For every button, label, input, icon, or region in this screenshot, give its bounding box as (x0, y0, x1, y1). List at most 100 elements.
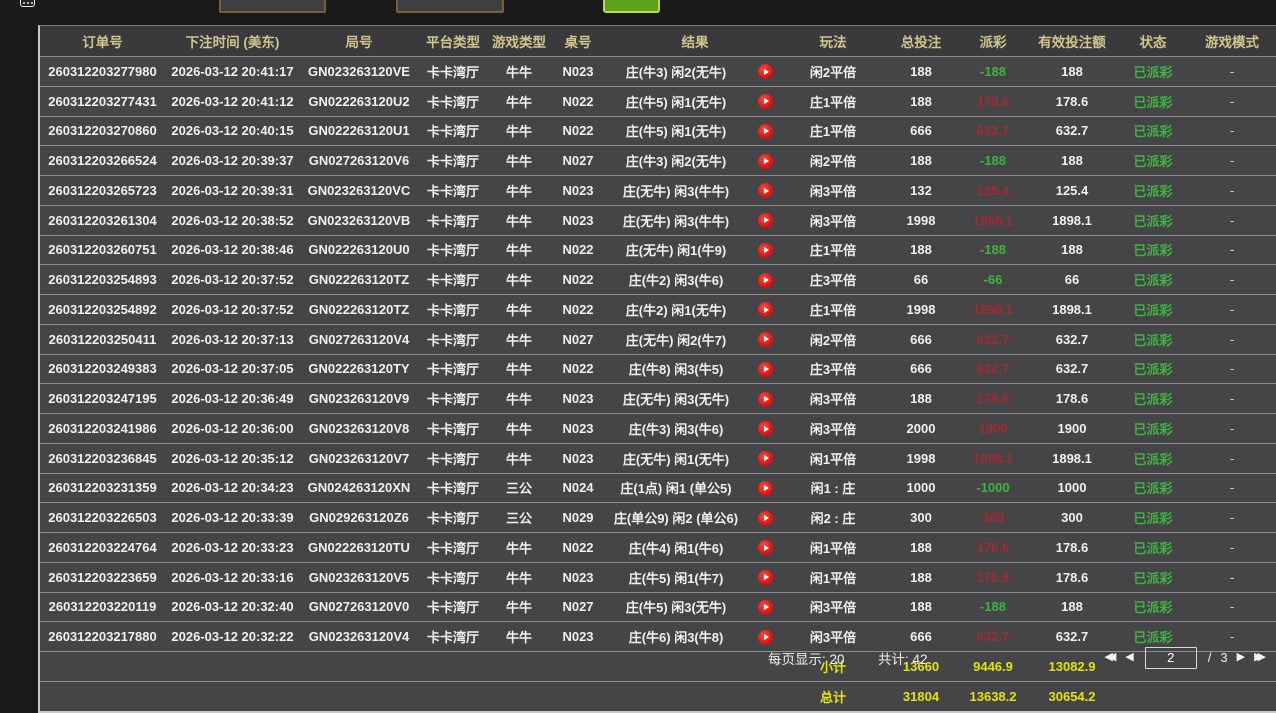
cell-play: 庄1平倍 (784, 235, 882, 265)
date-range-input-2[interactable] (396, 0, 504, 13)
table-row: 260312203261304 2026-03-12 20:38:52 GN02… (40, 205, 1276, 235)
cell-bet-time: 2026-03-12 20:39:37 (165, 146, 300, 176)
cell-play: 庄3平倍 (784, 354, 882, 384)
cell-play: 庄1平倍 (784, 295, 882, 325)
cell-platform: 卡卡湾厅 (418, 562, 488, 592)
first-page-icon[interactable]: ◀◀ (1104, 646, 1116, 669)
prev-page-icon[interactable]: ◀ (1125, 646, 1133, 669)
cell-round-id: GN022263120TU (300, 533, 418, 563)
pagination-bar: 每页显示: 20 共计: 42 ◀◀ ◀ / 3 ▶ ▶▶ (0, 646, 1276, 669)
cell-platform: 卡卡湾厅 (418, 295, 488, 325)
last-page-icon[interactable]: ▶▶ (1254, 646, 1266, 669)
cell-total-bet: 132 (882, 176, 960, 206)
header-round-id: 局号 (300, 26, 418, 57)
cell-play: 闲2平倍 (784, 324, 882, 354)
cell-game-type: 牛牛 (488, 354, 550, 384)
cell-replay (746, 562, 784, 592)
replay-play-icon[interactable] (758, 124, 773, 139)
replay-play-icon[interactable] (758, 451, 773, 466)
cell-game-type: 牛牛 (488, 414, 550, 444)
replay-play-icon[interactable] (758, 421, 773, 436)
cell-platform: 卡卡湾厅 (418, 414, 488, 444)
replay-play-icon[interactable] (758, 392, 773, 407)
cell-result: 庄(无牛) 闲3(牛牛) (606, 205, 746, 235)
replay-play-icon[interactable] (758, 64, 773, 79)
cell-status: 已派彩 (1118, 57, 1188, 87)
table-row: 260312203260751 2026-03-12 20:38:46 GN02… (40, 235, 1276, 265)
cell-replay (746, 592, 784, 622)
replay-play-icon[interactable] (758, 302, 773, 317)
cell-table-no: N027 (550, 592, 606, 622)
replay-play-icon[interactable] (758, 332, 773, 347)
replay-play-icon[interactable] (758, 154, 773, 169)
replay-play-icon[interactable] (758, 273, 773, 288)
cell-result: 庄(牛5) 闲1(无牛) (606, 116, 746, 146)
cell-game-type: 牛牛 (488, 562, 550, 592)
replay-play-icon[interactable] (758, 213, 773, 228)
cell-status: 已派彩 (1118, 205, 1188, 235)
search-button[interactable] (603, 0, 660, 13)
page-number-input[interactable] (1145, 647, 1197, 669)
replay-play-icon[interactable] (758, 540, 773, 555)
cell-replay (746, 503, 784, 533)
header-valid-bet: 有效投注额 (1026, 26, 1118, 57)
replay-play-icon[interactable] (758, 94, 773, 109)
cell-play: 闲3平倍 (784, 205, 882, 235)
cell-result: 庄(牛5) 闲3(无牛) (606, 592, 746, 622)
replay-play-icon[interactable] (758, 183, 773, 198)
cell-bet-time: 2026-03-12 20:38:52 (165, 205, 300, 235)
more-options-icon[interactable] (20, 0, 35, 7)
cell-result: 庄(牛4) 闲1(牛6) (606, 533, 746, 563)
cell-replay (746, 146, 784, 176)
cell-result: 庄(牛2) 闲3(牛6) (606, 265, 746, 295)
replay-play-icon[interactable] (758, 630, 773, 645)
cell-result: 庄(牛3) 闲2(无牛) (606, 57, 746, 87)
cell-valid-bet: 178.6 (1026, 562, 1118, 592)
cell-game-type: 牛牛 (488, 205, 550, 235)
cell-game-mode: - (1188, 562, 1276, 592)
total-total-bet: 31804 (882, 681, 960, 710)
replay-play-icon[interactable] (758, 570, 773, 585)
cell-valid-bet: 1898.1 (1026, 295, 1118, 325)
cell-order-id: 260312203277431 (40, 86, 165, 116)
cell-result: 庄(牛5) 闲1(牛7) (606, 562, 746, 592)
per-page-label: 每页显示: 20 (768, 648, 845, 668)
cell-order-id: 260312203270860 (40, 116, 165, 146)
cell-status: 已派彩 (1118, 146, 1188, 176)
table-row: 260312203247195 2026-03-12 20:36:49 GN02… (40, 384, 1276, 414)
replay-play-icon[interactable] (758, 243, 773, 258)
cell-payout: -188 (960, 235, 1026, 265)
cell-play: 庄1平倍 (784, 116, 882, 146)
replay-play-icon[interactable] (758, 481, 773, 496)
cell-order-id: 260312203254892 (40, 295, 165, 325)
cell-bet-time: 2026-03-12 20:36:49 (165, 384, 300, 414)
cell-round-id: GN022263120U2 (300, 86, 418, 116)
cell-game-type: 牛牛 (488, 86, 550, 116)
cell-table-no: N022 (550, 354, 606, 384)
cell-table-no: N029 (550, 503, 606, 533)
cell-table-no: N022 (550, 86, 606, 116)
next-page-icon[interactable]: ▶ (1237, 646, 1245, 669)
date-range-input-1[interactable] (219, 0, 326, 13)
cell-payout: 1898.1 (960, 295, 1026, 325)
header-platform: 平台类型 (418, 26, 488, 57)
replay-play-icon[interactable] (758, 600, 773, 615)
table-row: 260312203231359 2026-03-12 20:34:23 GN02… (40, 473, 1276, 503)
replay-play-icon[interactable] (758, 511, 773, 526)
cell-replay (746, 57, 784, 87)
replay-play-icon[interactable] (758, 362, 773, 377)
cell-status: 已派彩 (1118, 354, 1188, 384)
table-row: 260312203250411 2026-03-12 20:37:13 GN02… (40, 324, 1276, 354)
cell-bet-time: 2026-03-12 20:35:12 (165, 443, 300, 473)
header-total-bet: 总投注 (882, 26, 960, 57)
cell-total-bet: 666 (882, 324, 960, 354)
cell-game-mode: - (1188, 384, 1276, 414)
cell-table-no: N022 (550, 265, 606, 295)
cell-bet-time: 2026-03-12 20:39:31 (165, 176, 300, 206)
cell-platform: 卡卡湾厅 (418, 146, 488, 176)
cell-platform: 卡卡湾厅 (418, 116, 488, 146)
cell-round-id: GN024263120XN (300, 473, 418, 503)
cell-valid-bet: 188 (1026, 592, 1118, 622)
table-row: 260312203266524 2026-03-12 20:39:37 GN02… (40, 146, 1276, 176)
table-row: 260312203226503 2026-03-12 20:33:39 GN02… (40, 503, 1276, 533)
